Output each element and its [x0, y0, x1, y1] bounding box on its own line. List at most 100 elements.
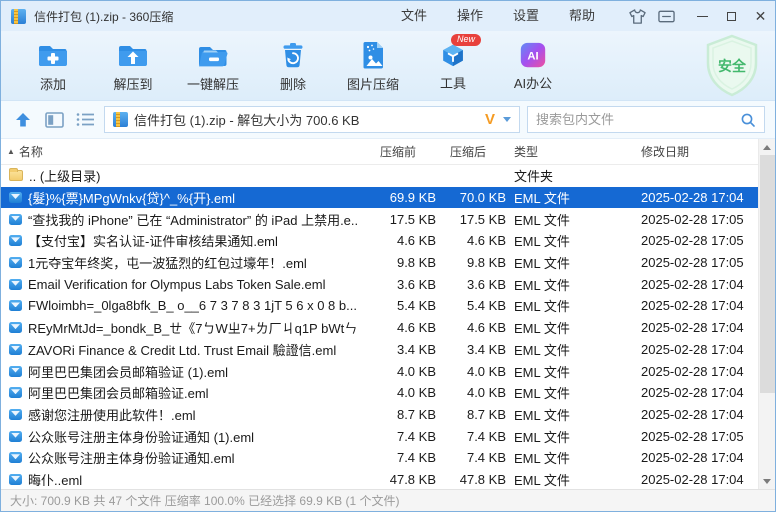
extract-to-button[interactable]: 解压到: [93, 34, 173, 98]
scrollbar[interactable]: [758, 139, 775, 489]
new-badge: New: [451, 34, 481, 47]
chevron-down-icon[interactable]: [503, 117, 511, 122]
table-row[interactable]: REyMrMtJd=_bondk_B_ㄝ《7ㄅWㄓ7+ㄌ厂ㄐq1P bWtㄣ..…: [1, 317, 758, 339]
table-row[interactable]: 【支付宝】实名认证-证件审核结果通知.eml 4.6 KB 4.6 KB EML…: [1, 230, 758, 252]
size-after: 7.4 KB: [438, 450, 508, 465]
modified-date: 2025-02-28 17:05: [638, 233, 758, 248]
sort-ascending-icon: ▲: [7, 147, 15, 156]
archive-path-text: 信件打包 (1).zip - 解包大小为 700.6 KB: [134, 110, 359, 129]
file-icon: [9, 366, 22, 377]
column-header-type[interactable]: 类型: [508, 143, 638, 160]
file-name: 公众账号注册主体身份验证通知.eml: [28, 448, 235, 467]
search-box: [527, 106, 765, 133]
size-after: 9.8 KB: [438, 255, 508, 270]
size-before: 4.0 KB: [358, 364, 438, 379]
table-row[interactable]: 1元夺宝年终奖，屯一波猛烈的红包过壕年！.eml 9.8 KB 9.8 KB E…: [1, 252, 758, 274]
scroll-down-button[interactable]: [759, 473, 775, 489]
size-after: 47.8 KB: [438, 472, 508, 487]
safety-shield-badge[interactable]: 安全: [703, 34, 761, 101]
modified-date: 2025-02-28 17:04: [638, 364, 758, 379]
column-header-size-after[interactable]: 压缩后: [438, 143, 508, 160]
image-compress-button[interactable]: 图片压缩: [333, 34, 413, 98]
close-button[interactable]: ✕: [746, 1, 775, 31]
size-after: 4.0 KB: [438, 385, 508, 400]
file-type: EML 文件: [508, 362, 638, 381]
table-row[interactable]: 阿里巴巴集团会员邮箱验证.eml 4.0 KB 4.0 KB EML 文件 20…: [1, 382, 758, 404]
size-before: 69.9 KB: [358, 190, 438, 205]
file-type: EML 文件: [508, 427, 638, 446]
size-after: 3.4 KB: [438, 342, 508, 357]
file-icon: [9, 474, 22, 485]
table-row[interactable]: 公众账号注册主体身份验证通知.eml 7.4 KB 7.4 KB EML 文件 …: [1, 447, 758, 469]
menubar: 文件 操作 设置 帮助: [386, 1, 610, 31]
scrollbar-thumb[interactable]: [760, 155, 775, 393]
list-view-icon[interactable]: [73, 108, 97, 132]
up-directory-icon[interactable]: [11, 108, 35, 132]
menu-help[interactable]: 帮助: [554, 1, 610, 31]
table-row[interactable]: FWloimbh=_0lga8bfk_B_ o__6 7 3 7 8 3 1jT…: [1, 295, 758, 317]
file-icon: [9, 257, 22, 268]
file-name: 晦仆..eml: [28, 470, 82, 489]
one-click-extract-button[interactable]: 一键解压: [173, 34, 253, 98]
table-row[interactable]: 公众账号注册主体身份验证通知 (1).eml 7.4 KB 7.4 KB EML…: [1, 425, 758, 447]
ai-office-button[interactable]: AI AI办公: [493, 34, 573, 98]
addressbar: 信件打包 (1).zip - 解包大小为 700.6 KB V: [1, 101, 775, 139]
file-icon: [9, 431, 22, 442]
one-click-extract-icon: [197, 39, 229, 71]
size-after: 3.6 KB: [438, 277, 508, 292]
table-row[interactable]: 感谢您注册使用此软件！.eml 8.7 KB 8.7 KB EML 文件 202…: [1, 404, 758, 426]
modified-date: 2025-02-28 17:04: [638, 320, 758, 335]
add-button[interactable]: 添加: [13, 34, 93, 98]
size-after: 4.6 KB: [438, 233, 508, 248]
menu-settings[interactable]: 设置: [498, 1, 554, 31]
table-row[interactable]: Email Verification for Olympus Labs Toke…: [1, 273, 758, 295]
feedback-icon[interactable]: [657, 8, 676, 25]
tool-label: 工具: [440, 73, 466, 92]
window-title: 信件打包 (1).zip - 360压缩: [34, 8, 173, 25]
table-row[interactable]: ZAVORi Finance & Credit Ltd. Trust Email…: [1, 339, 758, 361]
file-type: EML 文件: [508, 470, 638, 489]
file-name: 阿里巴巴集团会员邮箱验证.eml: [28, 383, 209, 402]
image-compress-icon: [357, 39, 389, 71]
file-icon: [9, 279, 22, 290]
file-icon: [9, 235, 22, 246]
table-row[interactable]: 阿里巴巴集团会员邮箱验证 (1).eml 4.0 KB 4.0 KB EML 文…: [1, 360, 758, 382]
ai-icon-text: AI: [527, 50, 538, 62]
scroll-up-button[interactable]: [759, 139, 775, 155]
file-name: 【支付宝】实名认证-证件审核结果通知.eml: [28, 231, 278, 250]
modified-date: 2025-02-28 17:04: [638, 450, 758, 465]
size-before: 4.0 KB: [358, 385, 438, 400]
size-after: 17.5 KB: [438, 212, 508, 227]
size-before: 4.6 KB: [358, 233, 438, 248]
size-after: 4.6 KB: [438, 320, 508, 335]
table-row[interactable]: 晦仆..eml 47.8 KB 47.8 KB EML 文件 2025-02-2…: [1, 469, 758, 489]
file-name: 公众账号注册主体身份验证通知 (1).eml: [28, 427, 254, 446]
menu-operation[interactable]: 操作: [442, 1, 498, 31]
table-row[interactable]: {髮}%{票}MPgWnkv{贷}^_%{开}.eml 69.9 KB 70.0…: [1, 187, 758, 209]
file-type: EML 文件: [508, 405, 638, 424]
size-after: 7.4 KB: [438, 429, 508, 444]
column-header-name[interactable]: ▲ 名称: [1, 143, 358, 160]
column-header-date[interactable]: 修改日期: [638, 143, 758, 160]
search-input[interactable]: [536, 112, 740, 127]
app-window: 信件打包 (1).zip - 360压缩 文件 操作 设置 帮助 ✕ 添: [0, 0, 776, 512]
archive-zip-icon: [113, 112, 128, 127]
archive-path-combobox[interactable]: 信件打包 (1).zip - 解包大小为 700.6 KB V: [104, 106, 520, 133]
minimize-button[interactable]: [688, 1, 717, 31]
file-icon: [9, 387, 22, 398]
file-name: “查找我的 iPhone” 已在 “Administrator” 的 iPad …: [28, 210, 358, 229]
search-icon[interactable]: [740, 112, 756, 128]
preview-pane-icon[interactable]: [42, 108, 66, 132]
size-after: 4.0 KB: [438, 364, 508, 379]
table-row[interactable]: “查找我的 iPhone” 已在 “Administrator” 的 iPad …: [1, 208, 758, 230]
column-header-size-before[interactable]: 压缩前: [358, 143, 438, 160]
menu-file[interactable]: 文件: [386, 1, 442, 31]
tools-button[interactable]: New 工具: [413, 34, 493, 98]
file-icon: [9, 214, 22, 225]
file-name: 感谢您注册使用此软件！.eml: [28, 405, 196, 424]
delete-button[interactable]: 删除: [253, 34, 333, 98]
table-row[interactable]: .. (上级目录) 文件夹: [1, 165, 758, 187]
maximize-button[interactable]: [717, 1, 746, 31]
shield-label: 安全: [718, 58, 747, 74]
skin-shirt-icon[interactable]: [628, 8, 647, 25]
